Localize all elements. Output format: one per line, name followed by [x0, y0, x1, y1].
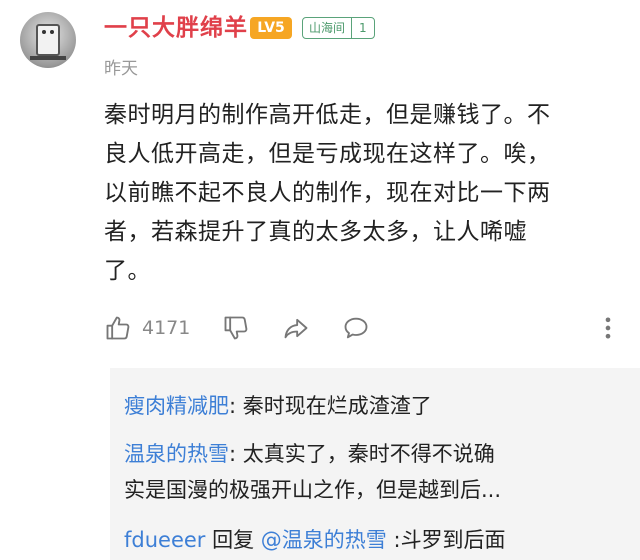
reply-word: 回复: [205, 528, 261, 552]
share-button[interactable]: [282, 308, 310, 348]
like-count: 4171: [142, 317, 191, 339]
avatar-figure: [30, 24, 66, 60]
comment-time: 昨天: [104, 59, 138, 79]
avatar[interactable]: [20, 12, 76, 68]
reply-mention[interactable]: @温泉的热雪: [261, 528, 387, 552]
reply-author[interactable]: 温泉的热雪: [124, 442, 229, 466]
comment-icon: [344, 317, 368, 339]
like-button[interactable]: 4171: [104, 308, 190, 348]
comment-body: 秦时明月的制作高开低走，但是赚钱了。不 良人低开高走，但是亏成现在这样了。唉， …: [104, 96, 624, 291]
more-button[interactable]: [594, 308, 622, 348]
reply-text: 太真实了，秦时不得不说确: [242, 442, 495, 466]
reply-text: 实是国漫的极强开山之作，但是越到后...: [124, 478, 502, 502]
reply-text: 斗罗到后面: [400, 528, 506, 552]
reply-separator: :: [386, 528, 401, 552]
comment-line: 了。: [104, 258, 151, 284]
reply-item[interactable]: 温泉的热雪: 太真实了，秦时不得不说确: [124, 436, 495, 472]
group-badge[interactable]: 山海间 1: [302, 17, 375, 39]
group-badge-count: 1: [351, 18, 374, 38]
username[interactable]: 一只大胖绵羊: [104, 12, 248, 44]
thumbs-up-icon: [106, 316, 130, 340]
reply-separator: :: [229, 394, 243, 418]
action-bar: 4171: [104, 308, 614, 348]
group-badge-name: 山海间: [309, 21, 346, 35]
share-icon: [284, 318, 308, 339]
reply-separator: :: [229, 442, 243, 466]
dislike-button[interactable]: [222, 308, 250, 348]
comment-button[interactable]: [342, 308, 370, 348]
comment-line: 者，若森提升了真的太多太多，让人唏嘘: [104, 219, 527, 245]
reply-item[interactable]: fdueeer 回复 @温泉的热雪 :斗罗到后面: [124, 522, 506, 558]
reply-author[interactable]: fdueeer: [124, 528, 205, 552]
comment-line: 以前瞧不起不良人的制作，现在对比一下两: [104, 180, 551, 206]
thumbs-down-icon: [224, 316, 248, 340]
comment-line: 良人低开高走，但是亏成现在这样了。唉，: [104, 141, 551, 167]
reply-item-continued: 实是国漫的极强开山之作，但是越到后...: [124, 472, 501, 508]
reply-preview[interactable]: 瘦肉精减肥: 秦时现在烂成渣渣了 温泉的热雪: 太真实了，秦时不得不说确 实是国…: [110, 368, 640, 560]
reply-author[interactable]: 瘦肉精减肥: [124, 394, 229, 418]
reply-text: 秦时现在烂成渣渣了: [242, 394, 432, 418]
reply-item[interactable]: 瘦肉精减肥: 秦时现在烂成渣渣了: [124, 388, 432, 424]
more-vertical-icon: [605, 317, 611, 339]
comment-line: 秦时明月的制作高开低走，但是赚钱了。不: [104, 102, 551, 128]
level-badge: LV5: [250, 17, 292, 39]
